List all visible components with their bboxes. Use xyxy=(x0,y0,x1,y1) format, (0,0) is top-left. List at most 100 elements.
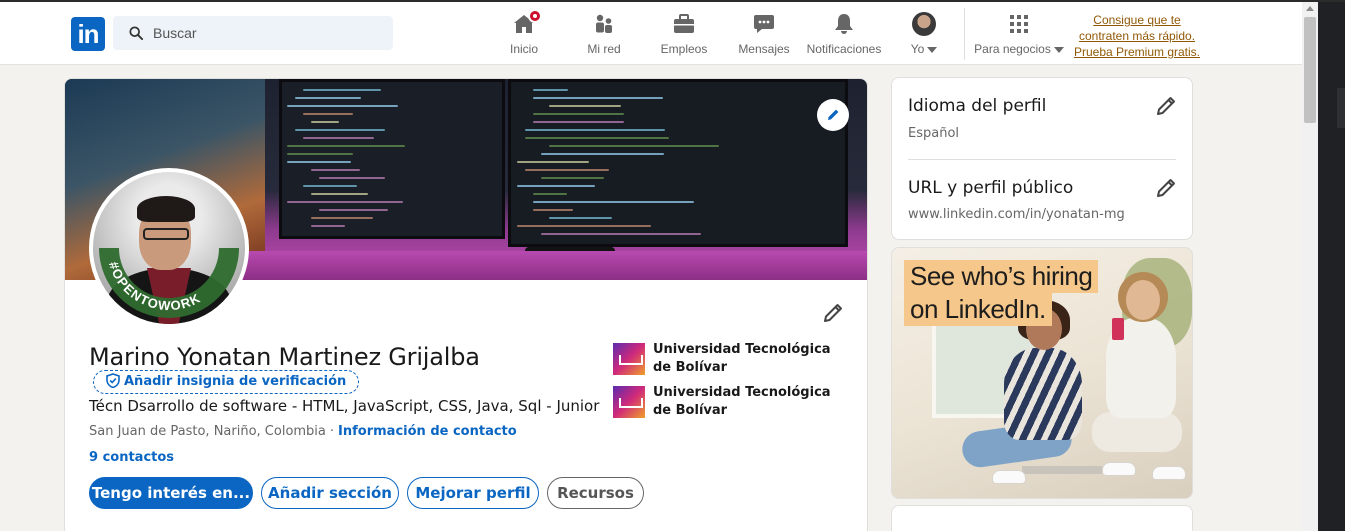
edit-intro-button[interactable] xyxy=(821,301,845,330)
banner-code-line xyxy=(517,185,596,187)
divider xyxy=(908,159,1176,160)
premium-line: Prueba Premium gratis. xyxy=(1073,45,1201,59)
nav-item-network[interactable]: Mi red xyxy=(578,10,630,58)
svg-text:#OPENTOWORK: #OPENTOWORK xyxy=(106,260,203,314)
banner-code-line xyxy=(295,97,362,99)
add-verification-badge-button[interactable]: Añadir insignia de verificación xyxy=(93,370,360,394)
nav-item-messaging[interactable]: Mensajes xyxy=(738,10,790,58)
banner-code-line xyxy=(319,209,388,211)
pencil-icon xyxy=(824,304,842,322)
nav-item-home[interactable]: Inicio xyxy=(498,9,550,58)
me-avatar xyxy=(912,12,936,36)
network-icon xyxy=(596,14,612,33)
banner-code-line xyxy=(549,145,719,147)
nav-label: Inicio xyxy=(509,42,538,56)
ad-person xyxy=(1004,300,1082,440)
banner-code-line xyxy=(533,113,624,115)
banner-code-line xyxy=(303,113,353,115)
avatar: #OPENTOWORK xyxy=(93,172,245,324)
banner-code-line xyxy=(311,169,361,171)
pencil-icon[interactable] xyxy=(1154,94,1178,118)
contact-info-link[interactable]: Información de contacto xyxy=(338,424,517,439)
bell-icon xyxy=(835,14,853,34)
chevron-down-icon xyxy=(1053,46,1064,53)
banner-code-line xyxy=(533,97,663,99)
ad-laptop xyxy=(1022,466,1102,474)
open-to-button[interactable]: Tengo interés en... xyxy=(89,477,253,509)
ad-card-hiring[interactable]: See who’s hiring on LinkedIn. xyxy=(891,247,1193,499)
shield-check-icon xyxy=(106,373,120,389)
linkedin-logo[interactable]: in xyxy=(71,17,105,51)
banner-code-line xyxy=(533,209,574,211)
banner-code-line xyxy=(533,193,568,195)
edit-banner-button[interactable] xyxy=(817,99,849,131)
nav-label-business: Para negocios xyxy=(974,42,1064,56)
nav-label: Mensajes xyxy=(738,42,790,56)
adjacent-window-edge xyxy=(1318,2,1345,531)
nav-label: Mi red xyxy=(587,42,621,56)
pencil-icon[interactable] xyxy=(1154,176,1178,200)
banner-code-line xyxy=(311,193,368,195)
connections-link[interactable]: 9 contactos xyxy=(89,450,174,465)
notification-badge xyxy=(528,9,542,23)
verify-label: Añadir insignia de verificación xyxy=(124,374,347,389)
ad-phone xyxy=(1112,318,1124,340)
ad-headline-line: See who’s hiring xyxy=(904,260,1099,293)
ad-shoe xyxy=(1152,466,1186,480)
banner-monitor xyxy=(279,79,505,239)
ad-headline-line: on LinkedIn. xyxy=(904,293,1052,326)
chevron-down-icon xyxy=(927,46,938,53)
banner-code-line xyxy=(541,233,702,235)
banner-code-line xyxy=(517,225,652,227)
banner-code-line xyxy=(287,105,399,107)
profile-location: San Juan de Pasto, Nariño, Colombia xyxy=(89,424,326,439)
search-input[interactable] xyxy=(153,16,383,50)
nav-item-notifications[interactable]: Notificaciones xyxy=(804,10,884,58)
banner-code-line xyxy=(311,217,373,219)
banner-code-line xyxy=(525,169,609,171)
messaging-icon xyxy=(754,15,774,33)
banner-code-line xyxy=(311,121,339,123)
public-url-title: URL y perfil público xyxy=(908,178,1074,198)
banner-code-line xyxy=(303,137,374,139)
nav-item-me[interactable]: Yo xyxy=(898,10,950,58)
resources-button[interactable]: Recursos xyxy=(547,477,644,509)
scrollbar-thumb[interactable] xyxy=(1304,17,1316,123)
profile-language-title: Idioma del perfil xyxy=(908,96,1047,116)
search-bar[interactable] xyxy=(113,16,393,50)
banner-desk xyxy=(225,251,867,280)
separator: · xyxy=(329,424,335,439)
university-logo xyxy=(613,343,645,375)
education-name: Universidad Tecnológica de Bolívar xyxy=(653,342,831,375)
ad-shoe xyxy=(992,470,1026,484)
banner-code-line xyxy=(525,129,665,131)
global-nav: in Inicio Mi red Empleos xyxy=(0,2,1302,65)
nav-label: Empleos xyxy=(660,42,708,56)
banner-code-line xyxy=(533,89,568,91)
scroll-up-arrow-icon[interactable] xyxy=(1306,6,1314,11)
banner-code-line xyxy=(549,105,622,107)
banner-code-line xyxy=(517,161,590,163)
banner-code-line xyxy=(287,153,354,155)
premium-line: Consigue que te xyxy=(1093,13,1181,27)
ad-illustration xyxy=(1092,412,1182,452)
ad-shoe xyxy=(1102,462,1136,476)
profile-language-value: Español xyxy=(908,126,960,141)
nav-item-jobs[interactable]: Empleos xyxy=(658,10,710,58)
open-to-work-frame: #OPENTOWORK xyxy=(99,248,239,318)
add-section-button[interactable]: Añadir sección xyxy=(261,477,399,509)
profile-settings-card: Idioma del perfil Español URL y perfil p… xyxy=(891,77,1193,240)
sidebar-card xyxy=(891,505,1193,531)
enhance-profile-button[interactable]: Mejorar perfil xyxy=(407,477,539,509)
premium-line: contraten más rápido. xyxy=(1078,29,1196,43)
pencil-icon xyxy=(828,109,839,120)
banner-code-line xyxy=(303,89,382,91)
nav-item-business[interactable]: Para negocios xyxy=(974,10,1064,58)
profile-photo[interactable]: #OPENTOWORK xyxy=(89,168,249,328)
premium-upsell-link[interactable]: Consigue que te contraten más rápido. Pr… xyxy=(1072,12,1202,60)
profile-location-row: San Juan de Pasto, Nariño, Colombia · Info… xyxy=(89,424,517,439)
banner-code-line xyxy=(311,225,346,227)
ad-person xyxy=(1106,272,1176,418)
nav-label: Notificaciones xyxy=(806,42,882,56)
search-icon xyxy=(129,26,143,40)
